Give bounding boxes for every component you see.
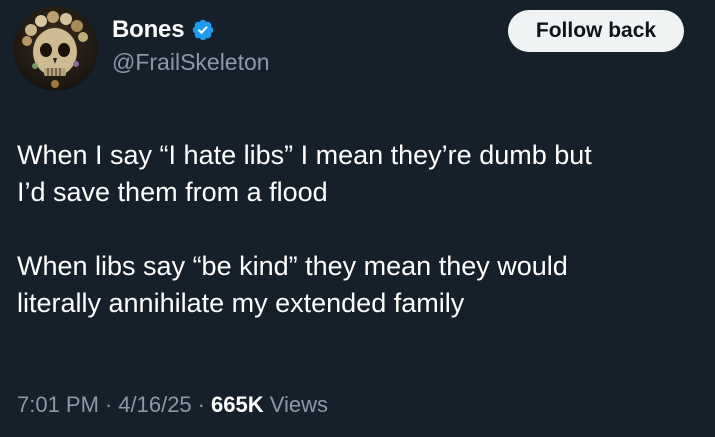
tweet-text-paragraph: When libs say “be kind” they mean they w… xyxy=(17,248,707,322)
tweet-meta: 7:01 PM · 4/16/25 · 665K Views xyxy=(17,392,328,418)
tweet-date[interactable]: 4/16/25 xyxy=(118,392,191,417)
meta-separator: · xyxy=(104,392,113,417)
author-handle[interactable]: @FrailSkeleton xyxy=(112,49,270,76)
tweet-text: When I say “I hate libs” I mean they’re … xyxy=(17,137,707,322)
author-avatar[interactable] xyxy=(13,6,98,91)
tweet-text-line: literally annihilate my extended family xyxy=(17,288,465,318)
tweet-text-line: When libs say “be kind” they mean they w… xyxy=(17,251,568,281)
author-display-name[interactable]: Bones xyxy=(112,16,185,44)
meta-separator: · xyxy=(197,392,205,417)
author-name-row: Bones xyxy=(112,15,215,45)
follow-back-button[interactable]: Follow back xyxy=(508,10,684,52)
tweet-card: Bones @FrailSkeleton Follow back When I … xyxy=(0,0,715,437)
tweet-text-line: I’d save them from a flood xyxy=(17,177,328,207)
tweet-text-line: When I say “I hate libs” I mean they’re … xyxy=(17,140,592,170)
tweet-text-paragraph: When I say “I hate libs” I mean they’re … xyxy=(17,137,707,211)
verified-badge-icon[interactable] xyxy=(191,18,215,42)
skeleton-avatar-icon xyxy=(22,11,88,88)
views-count[interactable]: 665K xyxy=(211,392,264,417)
tweet-time[interactable]: 7:01 PM xyxy=(17,392,99,417)
views-label: Views xyxy=(269,392,329,417)
